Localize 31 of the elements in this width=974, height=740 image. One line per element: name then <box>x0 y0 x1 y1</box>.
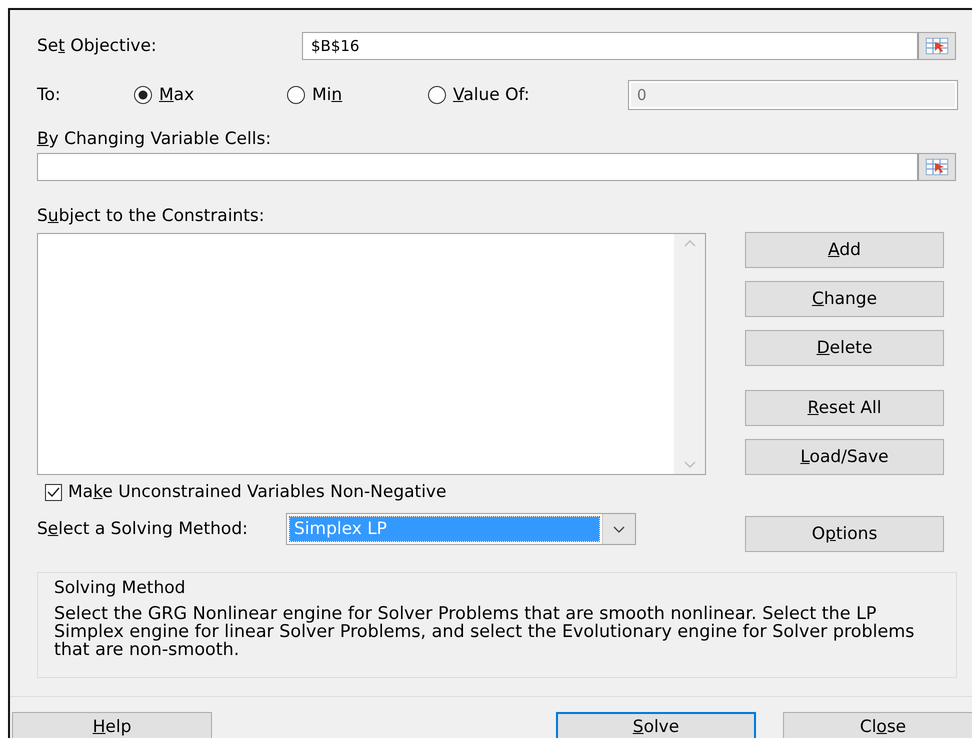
chevron-down-icon <box>613 526 625 532</box>
scroll-up-icon <box>684 240 696 247</box>
range-select-button[interactable] <box>918 153 956 181</box>
variable-cells-field[interactable] <box>37 153 918 181</box>
group-title: Solving Method <box>54 579 186 597</box>
range-select-button[interactable] <box>918 32 956 60</box>
dialog-button[interactable]: Help <box>12 712 212 738</box>
checkbox[interactable] <box>45 484 62 500</box>
dialog-button[interactable]: Reset All <box>745 390 944 426</box>
dialog-button[interactable]: Change <box>745 281 944 317</box>
dialog-button[interactable]: Delete <box>745 330 944 366</box>
range-select-icon <box>926 159 948 175</box>
scrollbar[interactable] <box>674 234 705 474</box>
range-select-icon <box>926 38 948 54</box>
radio-option[interactable]: Value Of: <box>427 85 628 105</box>
dialog-button[interactable]: Solve <box>556 712 756 738</box>
method-description: Select the GRG Nonlinear engine for Solver Problems that are smooth nonlinear. Select the LP Simplex engine for linear Solver Problems, and select the Evolutionary engine for Solver problems that are non-smooth. <box>54 605 916 659</box>
radio-option[interactable]: Max <box>133 85 286 105</box>
checkbox-label: Make Unconstrained Variables Non-Negative <box>68 482 446 502</box>
objective-label: Set Objective: <box>37 36 158 56</box>
dialog-button[interactable]: Add <box>745 232 944 268</box>
options-button[interactable]: Options <box>745 516 944 552</box>
variable-cells-label: By Changing Variable Cells: <box>37 128 272 148</box>
scroll-down-icon <box>684 461 696 468</box>
constraints-label: Subject to the Constraints: <box>37 206 266 226</box>
solving-method-label: Select a Solving Method: <box>37 519 249 539</box>
objective-field[interactable]: $B$16 <box>302 32 918 60</box>
to-label: To: <box>37 85 62 105</box>
dialog-button[interactable]: Close <box>783 712 972 738</box>
radio-option[interactable]: Min <box>286 85 427 105</box>
dialog-button[interactable]: Load/Save <box>745 439 944 475</box>
